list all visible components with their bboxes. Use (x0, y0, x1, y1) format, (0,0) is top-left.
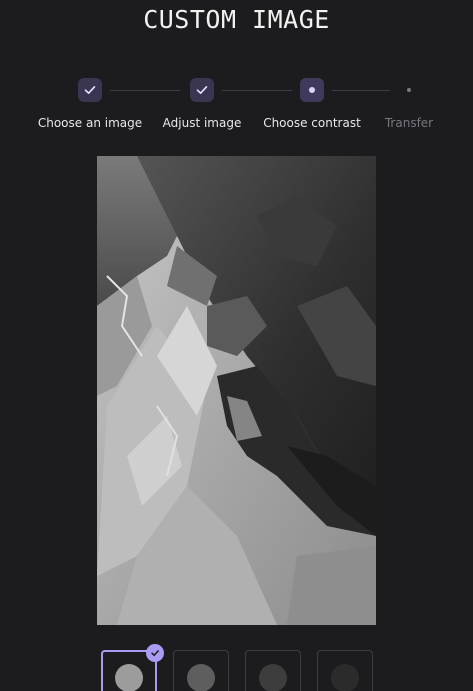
step-connector (110, 90, 180, 91)
step-label: Choose contrast (263, 116, 361, 130)
contrast-swatch (259, 664, 287, 691)
contrast-option[interactable] (317, 650, 373, 691)
contrast-options (101, 644, 373, 691)
selected-check-icon (146, 644, 164, 662)
step-transfer (397, 78, 421, 102)
mountain-photo (97, 156, 376, 625)
contrast-option[interactable] (101, 644, 164, 691)
step-connector (332, 90, 390, 91)
step-choose-image[interactable] (78, 78, 102, 102)
page-title: CUSTOM IMAGE (143, 5, 330, 34)
step-choose-contrast[interactable] (300, 78, 324, 102)
dot-icon (309, 87, 315, 93)
step-connector (222, 90, 292, 91)
contrast-swatch (187, 664, 215, 691)
step-label: Choose an image (37, 116, 143, 130)
check-icon (196, 86, 208, 94)
contrast-swatch (331, 664, 359, 691)
contrast-option[interactable] (173, 650, 229, 691)
step-label: Adjust image (162, 116, 242, 130)
check-icon (84, 86, 96, 94)
contrast-option[interactable] (245, 650, 301, 691)
custom-image-page: CUSTOM IMAGE Choose an image Adjust imag… (0, 0, 473, 691)
contrast-swatch (115, 664, 143, 691)
step-adjust-image[interactable] (190, 78, 214, 102)
step-label: Transfer (384, 116, 434, 130)
progress-stepper: Choose an image Adjust image Choose cont… (0, 78, 473, 138)
dot-icon (407, 88, 411, 92)
image-preview (97, 156, 376, 625)
